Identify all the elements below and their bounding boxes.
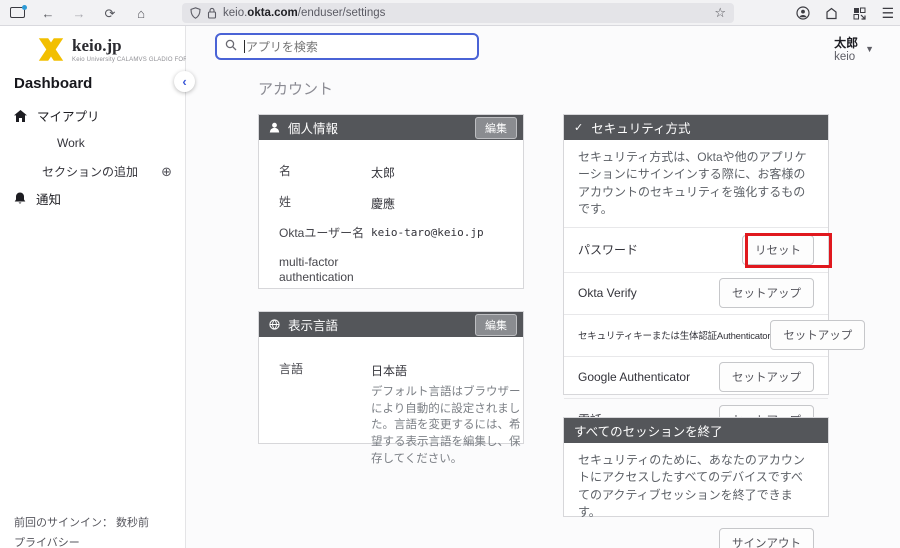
text-cursor	[244, 40, 245, 53]
info-row-okta-username: Oktaユーザー名 keio-taro@keio.jp	[279, 226, 509, 241]
sidebar-item-label: 通知	[36, 189, 61, 208]
personal-info-header: 個人情報 編集	[259, 115, 523, 140]
person-icon	[269, 122, 280, 133]
edit-language-button[interactable]: 編集	[475, 314, 517, 336]
sidebar-item-label: マイアプリ	[37, 106, 100, 125]
sidebar: keio.jp Keio University CALAMVS GLADIO F…	[0, 26, 186, 548]
shield-icon[interactable]	[190, 7, 201, 19]
keio-logo-icon	[36, 36, 66, 68]
info-row-mfa: multi-factor authentication	[279, 255, 509, 285]
last-signin-text: 前回のサインイン： 数秒前	[14, 514, 149, 530]
security-row-google-authenticator: Google Authenticator セットアップ	[564, 357, 828, 399]
security-row-password: パスワード リセット	[564, 228, 828, 273]
panel-title: すべてのセッションを終了	[574, 421, 723, 440]
url-text: keio.okta.com/enduser/settings	[223, 7, 385, 19]
forward-button[interactable]: →	[70, 7, 88, 20]
search-input[interactable]	[246, 40, 469, 54]
setup-google-authenticator-button[interactable]: セットアップ	[719, 362, 814, 392]
globe-icon	[269, 319, 280, 330]
info-row-first-name: 名 太郎	[279, 164, 509, 181]
logo-subtitle: Keio University CALAMVS GLADIO FORTIOR	[72, 57, 203, 63]
back-button[interactable]: ←	[39, 7, 57, 20]
info-row-last-name: 姓 慶應	[279, 195, 509, 212]
sidebar-item-label: Work	[57, 136, 85, 150]
user-menu[interactable]: 太郎 keio ▼	[834, 34, 874, 63]
security-row-security-key: セキュリティキーまたは生体認証Authenticator セットアップ	[564, 315, 828, 357]
security-row-okta-verify: Okta Verify セットアップ	[564, 273, 828, 315]
security-methods-header: ✓ セキュリティ方式	[564, 115, 828, 140]
sidebar-item-add-section[interactable]: セクションの追加 ⊕	[42, 163, 172, 180]
end-sessions-panel: すべてのセッションを終了 セキュリティのために、あなたのアカウントにアクセスした…	[563, 417, 829, 517]
address-bar[interactable]: keio.okta.com/enduser/settings ☆	[182, 3, 734, 23]
chevron-down-icon: ▼	[865, 44, 874, 54]
reset-password-button[interactable]: リセット	[742, 235, 814, 265]
check-icon: ✓	[574, 121, 583, 134]
search-icon	[225, 38, 237, 56]
sidebar-collapse-button[interactable]: ‹	[174, 71, 195, 92]
page-title: アカウント	[258, 78, 333, 99]
sidebar-item-my-apps[interactable]: マイアプリ	[14, 106, 100, 125]
end-sessions-header: すべてのセッションを終了	[564, 418, 828, 443]
reload-button[interactable]: ⟳	[101, 7, 119, 20]
screenshot-tool-icon[interactable]	[853, 7, 866, 20]
personal-info-panel: 個人情報 編集 名 太郎 姓 慶應 Oktaユーザー名 keio-taro@ke…	[258, 114, 524, 289]
logo-title: keio.jp	[72, 36, 203, 56]
share-icon[interactable]	[825, 7, 838, 20]
plus-circle-icon[interactable]: ⊕	[161, 164, 172, 180]
display-language-header: 表示言語 編集	[259, 312, 523, 337]
security-methods-panel: ✓ セキュリティ方式 セキュリティ方式は、Oktaや他のアプリケーションにサイン…	[563, 114, 829, 395]
keio-logo[interactable]: keio.jp Keio University CALAMVS GLADIO F…	[36, 36, 203, 68]
app-search[interactable]	[215, 33, 479, 60]
edit-personal-info-button[interactable]: 編集	[475, 117, 517, 139]
panel-title: セキュリティ方式	[591, 118, 690, 137]
browser-tab-icon[interactable]	[8, 7, 26, 20]
privacy-link[interactable]: プライバシー	[14, 534, 80, 548]
bookmark-star-icon[interactable]: ☆	[714, 5, 726, 21]
sidebar-item-label: セクションの追加	[42, 163, 138, 180]
sidebar-item-work[interactable]: Work	[57, 136, 85, 150]
setup-okta-verify-button[interactable]: セットアップ	[719, 278, 814, 308]
profile-icon[interactable]	[796, 6, 810, 20]
language-description: デフォルト言語はブラウザーにより自動的に設定されました。言語を変更するには、希望…	[371, 384, 521, 467]
menu-icon[interactable]: ☰	[881, 5, 894, 22]
dashboard-heading: Dashboard	[14, 75, 92, 92]
home-icon	[14, 110, 27, 122]
browser-toolbar: ← → ⟳ ⌂ keio.okta.com/enduser/settings ☆…	[0, 0, 900, 26]
sign-out-button[interactable]: サインアウト	[719, 528, 814, 548]
sidebar-item-notifications[interactable]: 通知	[14, 189, 61, 208]
user-org: keio	[834, 51, 858, 63]
lock-icon[interactable]	[207, 7, 217, 19]
panel-title: 個人情報	[288, 118, 338, 137]
language-value: 日本語	[371, 362, 521, 379]
panel-title: 表示言語	[288, 315, 338, 334]
user-name: 太郎	[834, 34, 858, 51]
language-label: 言語	[279, 362, 371, 467]
end-sessions-description: セキュリティのために、あなたのアカウントにアクセスしたすべてのデバイスですべての…	[564, 443, 828, 528]
display-language-panel: 表示言語 編集 言語 日本語 デフォルト言語はブラウザーにより自動的に設定されま…	[258, 311, 524, 444]
setup-security-key-button[interactable]: セットアップ	[770, 320, 865, 350]
bell-icon	[14, 192, 26, 205]
security-description: セキュリティ方式は、Oktaや他のアプリケーションにサインインする際に、お客様の…	[564, 140, 828, 228]
home-button[interactable]: ⌂	[132, 7, 150, 20]
